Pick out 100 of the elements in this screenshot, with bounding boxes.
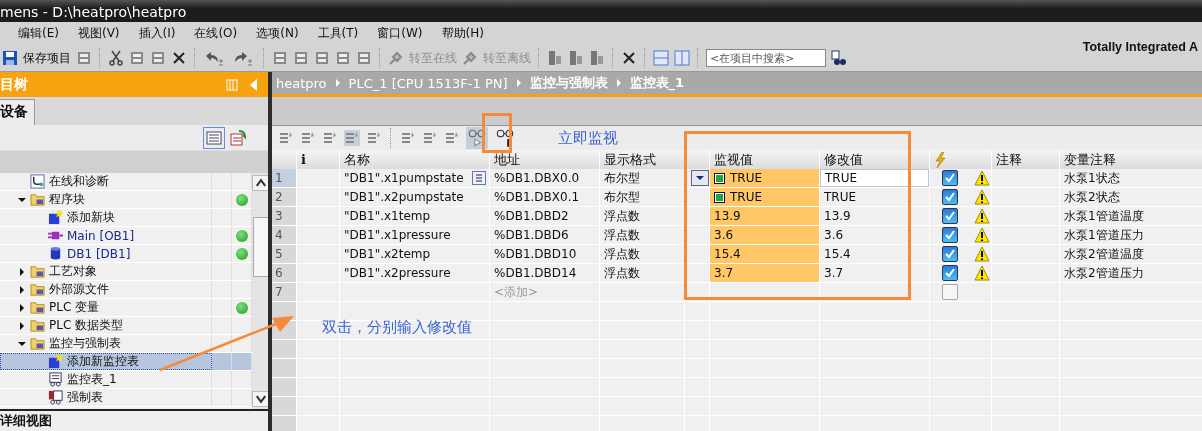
save-icon[interactable] <box>2 50 18 66</box>
collapsed-arrow-icon[interactable] <box>18 303 26 312</box>
tree-item[interactable]: 在线和诊断 <box>49 173 109 190</box>
window-title: mens - D:\heatpro\heatpro <box>0 4 187 20</box>
monitor-value: 3.7 <box>714 266 734 280</box>
collapsed-arrow-icon[interactable] <box>18 267 26 276</box>
monitor-value: 3.6 <box>714 228 734 242</box>
folder-icon <box>30 192 45 207</box>
checkbox[interactable] <box>942 189 958 205</box>
tree-item[interactable]: PLC 变量 <box>49 299 100 316</box>
tree-item[interactable]: 强制表 <box>67 389 103 406</box>
monitor-once-icon[interactable] <box>494 127 516 149</box>
monitor-value: 15.4 <box>714 247 741 261</box>
table-cell: 浮点数 <box>604 264 640 282</box>
table-cell: %DB1.DBX0.0 <box>494 171 580 185</box>
menu-item[interactable]: 视图(V) <box>77 25 120 42</box>
monitor-value: TRUE <box>730 190 763 204</box>
table-cell: 浮点数 <box>604 226 640 244</box>
devices-tab[interactable]: 设备 <box>0 99 35 125</box>
table-cell: %DB1.DBD2 <box>494 209 569 223</box>
monitor-value: TRUE <box>730 171 763 185</box>
cut-icon[interactable] <box>108 50 124 66</box>
tree-item[interactable]: 工艺对象 <box>49 263 97 280</box>
modify-value: TRUE <box>824 190 857 204</box>
table-cell: 水泵1状态 <box>1064 169 1120 187</box>
folder-icon <box>30 318 45 333</box>
expanded-arrow-icon[interactable] <box>18 195 26 204</box>
table-cell: "DB1".x1pressure <box>344 228 451 242</box>
menu-item[interactable]: 选项(N) <box>256 25 299 42</box>
menu-item[interactable]: 编辑(E) <box>18 25 59 42</box>
new-block-icon <box>48 210 63 225</box>
menu-item[interactable]: 窗口(W) <box>377 25 423 42</box>
column-header[interactable]: 修改值 <box>824 150 863 169</box>
collapsed-arrow-icon[interactable] <box>18 321 26 330</box>
modify-value: 15.4 <box>824 247 851 261</box>
database-icon <box>48 246 63 261</box>
split-vertical-icon[interactable] <box>674 50 690 66</box>
checkbox[interactable] <box>942 284 958 300</box>
table-refresh-icon[interactable] <box>230 129 246 146</box>
value-field[interactable]: TRUE <box>820 169 929 187</box>
table-cell: "DB1".x1pumpstate <box>344 171 464 185</box>
checkbox[interactable] <box>942 227 958 243</box>
checkbox[interactable] <box>942 170 958 186</box>
status-indicator <box>714 172 725 184</box>
binoculars-icon[interactable] <box>831 50 847 66</box>
dropdown-button[interactable] <box>691 170 709 186</box>
column-header[interactable]: 变量注释 <box>1064 150 1116 169</box>
annotation-text: 立即监视 <box>558 128 618 148</box>
split-horizontal-icon[interactable] <box>653 50 669 66</box>
tree-item[interactable]: PLC 数据类型 <box>49 317 124 334</box>
tree-item[interactable]: 添加新块 <box>67 209 115 226</box>
column-header[interactable]: 显示格式 <box>604 150 656 169</box>
table-cell: 水泵2管道温度 <box>1064 245 1144 263</box>
row-number[interactable]: 1 <box>272 169 296 187</box>
checkbox[interactable] <box>942 265 958 281</box>
tree-item[interactable]: 程序块 <box>49 191 85 208</box>
tree-item[interactable]: DB1 [DB1] <box>67 246 131 261</box>
tree-item[interactable]: 监控与强制表 <box>49 335 121 352</box>
table-cell: 水泵1管道压力 <box>1064 226 1144 244</box>
column-header[interactable]: 地址 <box>494 150 520 169</box>
folder-icon <box>30 264 45 279</box>
folder-icon <box>30 282 45 297</box>
folder-icon <box>30 336 45 351</box>
tree-item[interactable]: 外部源文件 <box>49 281 109 298</box>
brand-title: Totally Integrated A <box>1082 39 1199 54</box>
column-header[interactable]: 名称 <box>344 150 370 169</box>
save-project-button[interactable]: 保存项目 <box>23 49 71 67</box>
checkbox[interactable] <box>942 208 958 224</box>
menu-item[interactable]: 帮助(H) <box>441 25 484 42</box>
table-cell: "DB1".x2pumpstate <box>344 190 464 204</box>
checkbox[interactable] <box>942 246 958 262</box>
folder-icon <box>30 300 45 315</box>
column-header[interactable]: 注释 <box>996 150 1022 169</box>
table-cell: "DB1".x2temp <box>344 247 431 261</box>
collapsed-arrow-icon[interactable] <box>18 285 26 294</box>
table-cell: %DB1.DBD6 <box>494 228 569 242</box>
table-cell: 浮点数 <box>604 207 640 225</box>
close-icon[interactable] <box>621 50 637 66</box>
monitor-value: 13.9 <box>714 209 741 223</box>
column-header[interactable]: i <box>301 152 306 167</box>
menu-item[interactable]: 工具(T) <box>317 25 359 42</box>
tree-item[interactable]: Main [OB1] <box>67 228 135 243</box>
expanded-arrow-icon[interactable] <box>18 339 26 348</box>
column-header[interactable]: 监视值 <box>714 150 753 169</box>
plug-icon[interactable] <box>388 50 404 66</box>
annotation-text: 双击，分别输入修改值 <box>322 318 472 337</box>
list-view-icon[interactable] <box>206 129 222 146</box>
table-cell: 布尔型 <box>604 169 640 187</box>
delete-icon[interactable] <box>171 50 187 66</box>
chevron-icon <box>515 78 522 88</box>
tree-item[interactable]: 监控表_1 <box>67 371 117 388</box>
list-icon[interactable] <box>472 171 486 185</box>
plug-icon[interactable] <box>462 50 478 66</box>
table-cell: %DB1.DBD10 <box>494 247 577 261</box>
table-cell: "DB1".x2pressure <box>344 266 451 280</box>
menu-item[interactable]: 插入(I) <box>138 25 176 42</box>
lightning-icon <box>934 151 946 168</box>
menu-item[interactable]: 在线(O) <box>194 25 238 42</box>
search-field[interactable]: <在项目中搜索> <box>706 49 826 67</box>
columns-icon[interactable] <box>224 76 240 93</box>
